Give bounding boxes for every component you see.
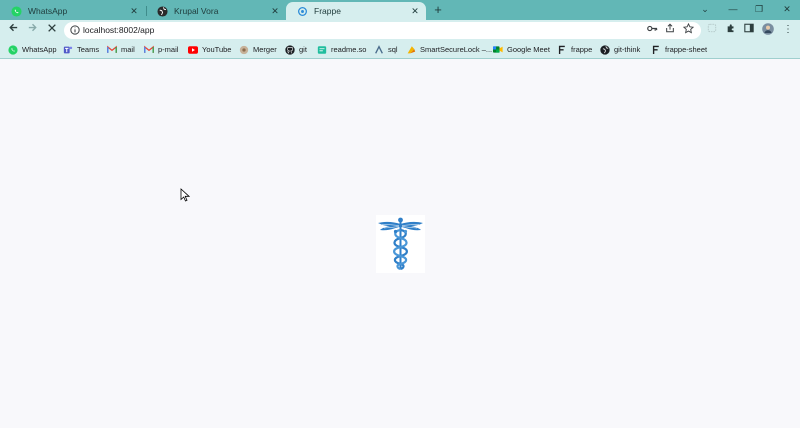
bookmark-whatsapp[interactable]: WhatsApp xyxy=(8,42,57,57)
globe-icon xyxy=(156,5,168,17)
bookmark-youtube[interactable]: YouTube xyxy=(188,42,231,57)
frappe-icon xyxy=(296,5,308,17)
bookmark-frappe[interactable]: frappe xyxy=(557,42,592,57)
github-icon xyxy=(285,44,295,55)
new-tab-button[interactable]: + xyxy=(431,3,445,17)
bookmark-teams[interactable]: Teams xyxy=(63,42,99,57)
bookmark-label: YouTube xyxy=(202,45,232,54)
extensions-puzzle-icon[interactable] xyxy=(724,23,738,37)
bookmark-mail[interactable]: mail xyxy=(107,42,135,57)
close-tab-icon[interactable]: ✕ xyxy=(410,6,420,17)
bookmark-label: frappe-sheet xyxy=(665,45,708,54)
bookmark-label: sql xyxy=(388,45,398,54)
bookmark-label: git-think xyxy=(614,45,641,54)
bookmark-git[interactable]: git xyxy=(285,42,307,57)
bookmark-label: Teams xyxy=(77,45,100,54)
site-info-icon[interactable] xyxy=(70,25,80,35)
frappe-icon xyxy=(557,45,567,55)
whatsapp-icon xyxy=(10,5,22,17)
side-panel-icon[interactable] xyxy=(742,23,756,37)
tab-search-dropdown-icon[interactable]: ⌄ xyxy=(692,0,718,18)
bookmark-readme[interactable]: readme.so xyxy=(317,42,366,57)
more-menu-icon[interactable]: ⋮ xyxy=(781,23,795,37)
url-text[interactable]: localhost:8002/app xyxy=(83,23,154,38)
close-tab-icon[interactable]: ✕ xyxy=(129,6,139,17)
bookmark-label: frappe xyxy=(571,45,593,54)
bookmark-smartsecurelock[interactable]: SmartSecureLock –... xyxy=(406,42,492,57)
bookmark-git-think[interactable]: git-think xyxy=(600,42,640,57)
readme-icon xyxy=(317,45,327,55)
address-bar[interactable] xyxy=(64,22,701,39)
extension-placeholder-icon[interactable] xyxy=(705,23,719,37)
bookmark-label: git xyxy=(299,45,307,54)
bookmark-sql[interactable]: sql xyxy=(374,42,398,57)
github-icon xyxy=(600,44,610,55)
key-icon[interactable] xyxy=(645,23,659,37)
back-button[interactable] xyxy=(5,22,21,38)
google-meet-icon xyxy=(493,45,503,55)
frappe-icon xyxy=(651,45,661,55)
bookmark-frappe-sheet[interactable]: frappe-sheet xyxy=(651,42,707,57)
minimize-window-button[interactable]: — xyxy=(720,0,746,18)
teams-icon xyxy=(63,45,73,55)
mouse-cursor-icon xyxy=(180,188,191,202)
bookmark-star-icon[interactable] xyxy=(681,22,695,37)
tab-title: Krupal Vora xyxy=(174,6,219,16)
caduceus-icon xyxy=(378,217,423,271)
youtube-icon xyxy=(188,45,198,55)
stop-loading-button[interactable] xyxy=(44,22,60,38)
bookmark-label: WhatsApp xyxy=(22,45,57,54)
bookmark-label: readme.so xyxy=(331,45,367,54)
forward-button[interactable] xyxy=(24,22,40,38)
tab-title: WhatsApp xyxy=(28,6,68,16)
profile-avatar[interactable] xyxy=(761,23,775,37)
bookmark-label: Google Meet xyxy=(507,45,550,54)
merger-icon xyxy=(239,45,249,55)
arrow-right-icon xyxy=(28,23,37,32)
tab-frappe[interactable]: Frappe ✕ xyxy=(286,2,426,20)
stop-icon xyxy=(48,24,56,32)
close-window-button[interactable]: ✕ xyxy=(774,0,800,18)
bookmark-p-mail[interactable]: p-mail xyxy=(144,42,178,57)
tab-krupal-vora[interactable]: Krupal Vora ✕ xyxy=(146,2,286,20)
tab-title: Frappe xyxy=(314,6,341,16)
bookmark-label: mail xyxy=(121,45,135,54)
gmail-icon xyxy=(107,45,117,55)
bookmark-label: SmartSecureLock –... xyxy=(420,45,493,54)
bookmark-google-meet[interactable]: Google Meet xyxy=(493,42,550,57)
gmail-icon xyxy=(144,45,154,55)
arrow-left-icon xyxy=(8,23,17,32)
bookmark-merger[interactable]: Merger xyxy=(239,42,277,57)
bookmark-label: p-mail xyxy=(158,45,179,54)
share-icon[interactable] xyxy=(663,23,677,37)
whatsapp-icon xyxy=(8,44,18,55)
sql-icon xyxy=(374,44,384,55)
restore-window-button[interactable]: ❐ xyxy=(746,0,772,18)
close-tab-icon[interactable]: ✕ xyxy=(270,6,280,17)
bookmark-label: Merger xyxy=(253,45,277,54)
tab-whatsapp[interactable]: WhatsApp ✕ xyxy=(0,2,145,20)
lock-app-icon xyxy=(406,45,416,55)
app-loading-logo xyxy=(376,215,425,273)
